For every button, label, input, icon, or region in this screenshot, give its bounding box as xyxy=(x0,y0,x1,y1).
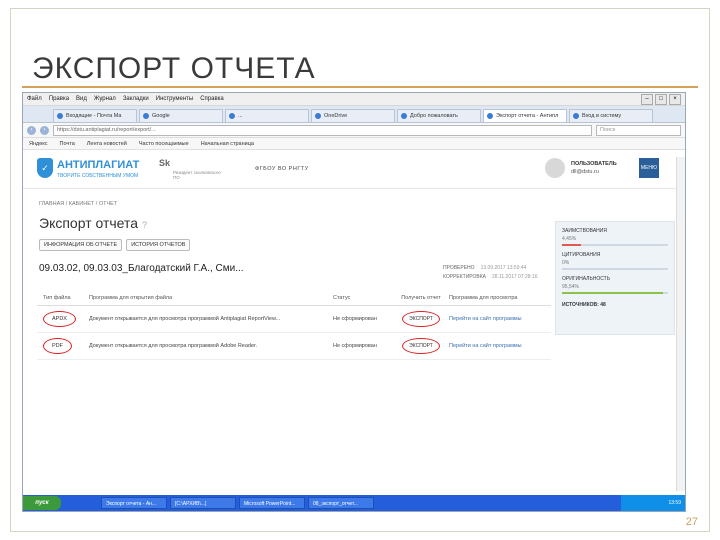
start-button[interactable]: пуск xyxy=(23,496,61,510)
taskbar-item[interactable]: Microsoft PowerPoint... xyxy=(239,497,305,509)
shield-logo-icon[interactable]: ✓ xyxy=(37,158,53,178)
borrowings-stat: ЗАИМСТВОВАНИЯ 4,45% xyxy=(562,228,668,246)
onedrive-icon xyxy=(315,113,321,119)
tab-other[interactable]: ... xyxy=(225,109,309,122)
sources-count[interactable]: ИСТОЧНИКОВ: 48 xyxy=(562,302,668,308)
tab-bar: Входящие - Почта Ма Google ... OneDrive … xyxy=(23,106,685,123)
slide-number: 27 xyxy=(685,516,698,528)
search-input[interactable]: Поиск xyxy=(596,124,681,136)
program-description: Документ открывается для просмотра прогр… xyxy=(89,316,281,322)
page-icon xyxy=(229,113,235,119)
table-header: Тип файла Программа для открытия файла С… xyxy=(37,291,551,306)
maximize-icon[interactable]: □ xyxy=(655,94,667,105)
close-icon[interactable]: × xyxy=(669,94,681,105)
antiplagiat-icon xyxy=(487,113,493,119)
bookmark-yandex[interactable]: Яндекс xyxy=(29,141,48,147)
program-description: Документ открывается для просмотра прогр… xyxy=(89,343,258,349)
export-table: Тип файла Программа для открытия файла С… xyxy=(37,291,551,360)
document-title: 09.03.02, 09.03.03_Благодатский Г.А., См… xyxy=(39,263,244,274)
system-tray-clock: 13:59 xyxy=(621,495,685,511)
menu-view[interactable]: Вид xyxy=(76,96,87,102)
bookmarks-bar: Яндекс Почта Лента новостей Часто посеща… xyxy=(23,138,685,150)
table-row: PDF Документ открывается для просмотра п… xyxy=(37,333,551,360)
mail-icon xyxy=(57,113,63,119)
corrected-date: КОРРЕКТИРОВКА 28.11.2017 07:28:16 xyxy=(443,274,538,280)
menu-history[interactable]: Журнал xyxy=(94,96,116,102)
bookmark-home[interactable]: Начальная страница xyxy=(201,141,254,147)
export-pdf-button[interactable]: ЭКСПОРТ xyxy=(402,338,440,354)
originality-bar xyxy=(562,292,663,294)
title-underline xyxy=(22,86,698,88)
status: Не сформирован xyxy=(333,316,377,322)
site-header: ✓ АНТИПЛАГИАТ ТВОРИТЕ СОБСТВЕННЫМ УМОМ S… xyxy=(23,150,685,189)
logo-tagline: ТВОРИТЕ СОБСТВЕННЫМ УМОМ xyxy=(57,173,139,179)
viewer-link[interactable]: Перейти на сайт программы xyxy=(449,316,551,322)
taskbar-item[interactable]: [С:\АРХИВ\...] xyxy=(170,497,236,509)
window-controls: – □ × xyxy=(641,94,681,105)
bookmark-news[interactable]: Лента новостей xyxy=(87,141,127,147)
tab-onedrive[interactable]: OneDrive xyxy=(311,109,395,122)
user-role: ПОЛЬЗОВАТЕЛЬ xyxy=(571,161,617,167)
minimize-icon[interactable]: – xyxy=(641,94,653,105)
tab-welcome[interactable]: Добро пожаловать xyxy=(397,109,481,122)
viewer-link[interactable]: Перейти на сайт программы xyxy=(449,343,551,349)
bookmark-frequent[interactable]: Часто посещаемые xyxy=(139,141,189,147)
scrollbar[interactable] xyxy=(676,157,685,491)
table-row: APDX Документ открывается для просмотра … xyxy=(37,306,551,333)
menu-file[interactable]: Файл xyxy=(27,96,42,102)
citations-stat: ЦИТИРОВАНИЯ 0% xyxy=(562,252,668,270)
tab-export-report[interactable]: Экспорт отчета - Антипл xyxy=(483,109,567,122)
menu-bookmarks[interactable]: Закладки xyxy=(123,96,149,102)
format-pdf: PDF xyxy=(43,338,72,354)
page-title: Экспорт отчета ? xyxy=(39,215,147,231)
avatar[interactable] xyxy=(545,158,565,178)
report-tabs: ИНФОРМАЦИЯ ОБ ОТЧЕТЕ ИСТОРИЯ ОТЧЕТОВ xyxy=(39,239,191,251)
page-icon xyxy=(573,113,579,119)
bookmark-mail[interactable]: Почта xyxy=(60,141,75,147)
help-icon[interactable]: ? xyxy=(142,220,147,230)
menu-bar: Файл Правка Вид Журнал Закладки Инструме… xyxy=(23,93,685,106)
borrowings-bar xyxy=(562,244,582,246)
taskbar: пуск Экспорт отчета - Ан... [С:\АРХИВ\..… xyxy=(23,495,685,511)
originality-stat: ОРИГИНАЛЬНОСТЬ 95,54% xyxy=(562,276,668,294)
page-icon xyxy=(401,113,407,119)
google-icon xyxy=(143,113,149,119)
report-info-button[interactable]: ИНФОРМАЦИЯ ОБ ОТЧЕТЕ xyxy=(39,239,123,251)
report-summary-panel: ЗАИМСТВОВАНИЯ 4,45% ЦИТИРОВАНИЯ 0% ОРИГИ… xyxy=(555,221,675,335)
navigation-bar: ‹ › https://dstu.antiplagiat.ru/report/e… xyxy=(23,123,685,138)
organization-name: ФГБОУ ВО РНГТУ xyxy=(255,166,309,172)
user-email: dll@dstu.ru xyxy=(571,169,599,175)
menu-button[interactable]: МЕНЮ xyxy=(639,158,659,178)
taskbar-item[interactable]: 08_экспорт_отчет... xyxy=(308,497,374,509)
report-history-button[interactable]: ИСТОРИЯ ОТЧЕТОВ xyxy=(126,239,191,251)
format-apdx: APDX xyxy=(43,311,76,327)
tab-mail[interactable]: Входящие - Почта Ма xyxy=(53,109,137,122)
tab-google[interactable]: Google xyxy=(139,109,223,122)
status: Не сформирован xyxy=(333,343,377,349)
skolkovo-logo: Sk xyxy=(159,158,171,168)
export-apdx-button[interactable]: ЭКСПОРТ xyxy=(402,311,440,327)
taskbar-item[interactable]: Экспорт отчета - Ан... xyxy=(101,497,167,509)
tab-login[interactable]: Вход в систему xyxy=(569,109,653,122)
forward-icon[interactable]: › xyxy=(40,125,49,135)
breadcrumb[interactable]: ГЛАВНАЯ / КАБИНЕТ / ОТЧЕТ xyxy=(39,201,117,207)
menu-edit[interactable]: Правка xyxy=(49,96,69,102)
skolkovo-caption: Резидент сколковского ПО xyxy=(173,170,221,180)
url-input[interactable]: https://dstu.antiplagiat.ru/report/expor… xyxy=(53,124,592,136)
browser-screenshot: Файл Правка Вид Журнал Закладки Инструме… xyxy=(22,92,686,512)
slide-title: ЭКСПОРТ ОТЧЕТА xyxy=(32,52,316,85)
menu-tools[interactable]: Инструменты xyxy=(156,96,193,102)
back-icon[interactable]: ‹ xyxy=(27,125,36,135)
checked-date: ПРОВЕРЕНО 13.09.2017 13:59:44 xyxy=(443,265,527,271)
menu-help[interactable]: Справка xyxy=(200,96,224,102)
logo-text[interactable]: АНТИПЛАГИАТ xyxy=(57,159,139,171)
